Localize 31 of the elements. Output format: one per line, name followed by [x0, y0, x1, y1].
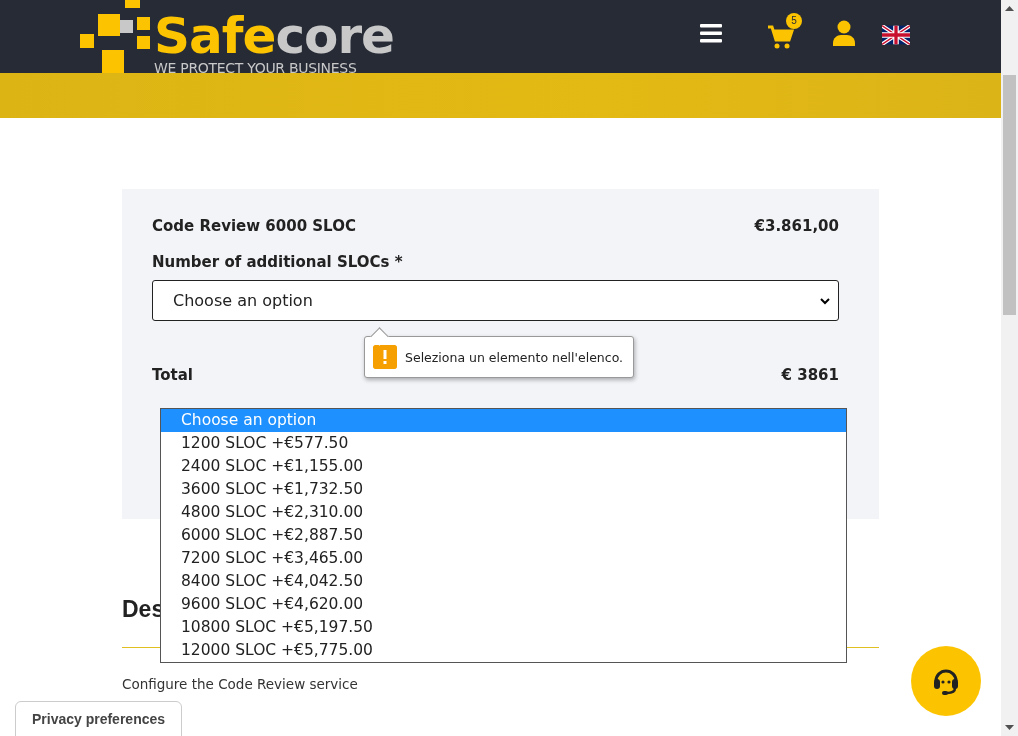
logo-squares-icon — [80, 0, 152, 73]
dropdown-option[interactable]: 12000 SLOC +€5,775.00 — [161, 639, 846, 662]
sloc-select[interactable]: Choose an option — [152, 280, 839, 321]
total-label: Total — [152, 366, 193, 384]
dropdown-option[interactable]: 3600 SLOC +€1,732.50 — [161, 478, 846, 501]
menu-icon[interactable] — [700, 23, 722, 43]
description-text: Configure the Code Review service — [122, 676, 359, 692]
page-scrollbar[interactable] — [1001, 0, 1018, 736]
product-price: €3.861,00 — [754, 217, 839, 235]
validation-message: Seleziona un elemento nell'elenco. — [405, 349, 624, 365]
flag-icon[interactable] — [882, 25, 910, 45]
dropdown-option[interactable]: 1200 SLOC +€577.50 — [161, 432, 846, 455]
dropdown-option[interactable]: 8400 SLOC +€4,042.50 — [161, 570, 846, 593]
dropdown-option[interactable]: 7200 SLOC +€3,465.00 — [161, 547, 846, 570]
dropdown-option[interactable]: 2400 SLOC +€1,155.00 — [161, 455, 846, 478]
dropdown-option[interactable]: 10800 SLOC +€5,197.50 — [161, 616, 846, 639]
field-label: Number of additional SLOCs * — [152, 253, 404, 271]
privacy-preferences-button[interactable]: Privacy preferences — [15, 701, 182, 736]
product-name: Code Review 6000 SLOC — [152, 217, 356, 235]
user-icon[interactable] — [832, 20, 856, 46]
dropdown-option[interactable]: 4800 SLOC +€2,310.00 — [161, 501, 846, 524]
logo-wordmark[interactable]: Safecore — [154, 11, 394, 61]
logo-tagline: WE PROTECT YOUR BUSINESS — [154, 61, 358, 75]
dropdown-option[interactable]: 9600 SLOC +€4,620.00 — [161, 593, 846, 616]
chevron-down-icon — [820, 296, 830, 305]
scroll-down-arrow-icon[interactable] — [1005, 724, 1014, 730]
scroll-up-arrow-icon[interactable] — [1005, 6, 1014, 12]
dropdown-option[interactable]: 6000 SLOC +€2,887.50 — [161, 524, 846, 547]
warning-icon — [373, 345, 397, 369]
total-value: € 3861 — [781, 366, 839, 384]
cart-count-badge: 5 — [786, 13, 802, 29]
